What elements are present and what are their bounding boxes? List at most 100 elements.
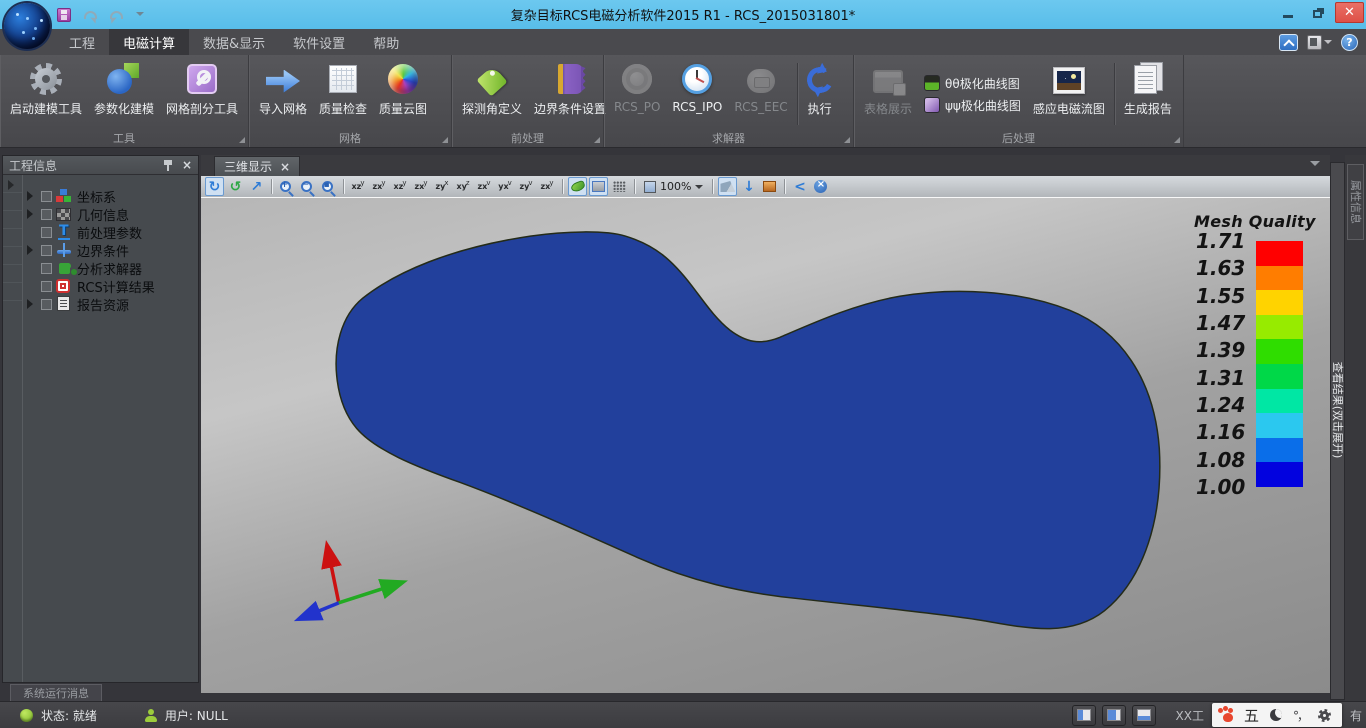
view-iso4-icon[interactable]: zx y <box>538 177 557 196</box>
layout-button-1[interactable] <box>1072 705 1096 726</box>
tree-item-coordinate-system[interactable]: 坐标系 <box>3 187 198 205</box>
checkbox[interactable] <box>41 263 52 274</box>
tree-item-boundary-conditions[interactable]: 边界条件 <box>3 241 198 259</box>
view-bottom-icon[interactable]: xy z <box>454 177 473 196</box>
boundary-condition-button[interactable]: 边界条件设置 <box>528 58 612 130</box>
zoom-level-select[interactable]: 100% <box>640 177 707 196</box>
layout-button-2[interactable] <box>1102 705 1126 726</box>
tab-data-display[interactable]: 数据&显示 <box>189 29 279 55</box>
close-button[interactable]: ✕ <box>1335 2 1364 23</box>
quality-check-button[interactable]: 质量检查 <box>313 58 373 130</box>
system-message-tab[interactable]: 系统运行消息 <box>10 684 102 701</box>
checkbox[interactable] <box>41 245 52 256</box>
tab-close-icon[interactable]: × <box>280 160 290 174</box>
clear-view-icon[interactable] <box>811 177 830 196</box>
tree-item-geometry-info[interactable]: 几何信息 <box>3 205 198 223</box>
3d-viewport[interactable]: Mesh Quality 1.711.631.551.471.391.311.2… <box>201 198 1330 693</box>
mesh-partition-tool-button[interactable]: 网格剖分工具 <box>160 58 244 130</box>
style-dropdown-icon[interactable] <box>1324 40 1332 48</box>
rcs-result-icon <box>56 279 70 293</box>
tree-item-rcs-results[interactable]: RCS计算结果 <box>3 277 198 295</box>
expand-icon[interactable] <box>27 209 37 219</box>
save-icon[interactable] <box>57 8 71 22</box>
checkbox[interactable] <box>41 299 52 310</box>
view-top-icon[interactable]: zy x <box>433 177 452 196</box>
zoom-out-icon[interactable]: − <box>298 177 317 196</box>
zoom-window-icon[interactable]: ▪ <box>319 177 338 196</box>
quick-access-dropdown-icon[interactable] <box>136 12 144 20</box>
help-icon[interactable]: ? <box>1341 34 1358 51</box>
psi-polar-curve-button[interactable]: ψψ极化曲线图 <box>924 97 1021 114</box>
expand-icon[interactable] <box>27 245 37 255</box>
minimize-button[interactable] <box>1273 2 1302 23</box>
tab-list-dropdown-icon[interactable] <box>1310 161 1320 171</box>
pan-icon[interactable]: ↗ <box>247 177 266 196</box>
tab-help[interactable]: 帮助 <box>359 29 413 55</box>
import-mesh-button[interactable]: 导入网格 <box>253 58 313 130</box>
model-3d[interactable] <box>201 198 1330 693</box>
ime-mode-wubi[interactable]: 五 <box>1244 705 1259 726</box>
orbit-refresh-icon[interactable]: ↺ <box>226 177 245 196</box>
rcs-po-button[interactable]: RCS_PO <box>608 58 666 130</box>
tree-item-report-resources[interactable]: 报告资源 <box>3 295 198 313</box>
undo-icon[interactable] <box>84 11 97 19</box>
rcs-eec-button[interactable]: RCS_EEC <box>728 58 793 130</box>
checkbox[interactable] <box>41 209 52 220</box>
ime-logo-paw-icon[interactable] <box>1223 713 1233 722</box>
expand-icon[interactable] <box>27 191 37 201</box>
tab-em-computation[interactable]: 电磁计算 <box>109 29 189 55</box>
flip-normal-icon[interactable]: < <box>790 177 809 196</box>
ime-settings-gear-icon[interactable] <box>1318 709 1331 722</box>
view-iso1-icon[interactable]: zx v <box>475 177 494 196</box>
view-results-strip[interactable]: 查看结果(双击展开) <box>1330 162 1345 700</box>
checkbox[interactable] <box>41 281 52 292</box>
restore-button[interactable] <box>1304 2 1333 23</box>
generate-report-button[interactable]: 生成报告 <box>1118 58 1178 130</box>
execute-button[interactable]: 执行 <box>801 58 839 130</box>
pin-icon[interactable] <box>164 160 172 171</box>
gray-port-icon <box>747 69 775 93</box>
checkbox[interactable] <box>41 191 52 202</box>
snapshot-icon[interactable] <box>760 177 779 196</box>
tab-3d-display[interactable]: 三维显示 × <box>214 156 300 176</box>
view-right-icon[interactable]: zx y <box>412 177 431 196</box>
layout-button-3[interactable] <box>1132 705 1156 726</box>
expand-icon[interactable] <box>27 299 37 309</box>
wireframe-mode-icon[interactable] <box>610 177 629 196</box>
theta-polar-curve-button[interactable]: θθ极化曲线图 <box>924 75 1021 92</box>
zoom-in-icon[interactable]: + <box>277 177 296 196</box>
app-logo[interactable] <box>4 3 50 49</box>
view-iso2-icon[interactable]: yx v <box>496 177 515 196</box>
view-left-icon[interactable]: xz y <box>391 177 410 196</box>
view-back-icon[interactable]: zx y <box>370 177 389 196</box>
ime-punctuation-toggle[interactable]: °， <box>1293 707 1307 724</box>
induced-current-map-button[interactable]: 感应电磁流图 <box>1027 58 1111 130</box>
rotate-icon[interactable]: ↻ <box>205 177 224 196</box>
tree-item-analysis-solver[interactable]: 分析求解器 <box>3 259 198 277</box>
checkbox[interactable] <box>41 227 52 238</box>
rcs-ipo-button[interactable]: RCS_IPO <box>666 58 728 130</box>
probe-angle-button[interactable]: 探测角定义 <box>456 58 528 130</box>
style-icon[interactable] <box>1307 35 1322 50</box>
tab-software-settings[interactable]: 软件设置 <box>279 29 359 55</box>
quality-cloud-button[interactable]: 质量云图 <box>373 58 433 130</box>
panel-close-icon[interactable]: × <box>182 158 192 172</box>
clip-plane-icon[interactable] <box>718 177 737 196</box>
ime-fullwidth-moon-icon[interactable] <box>1270 709 1282 721</box>
view-front-icon[interactable]: xz y <box>349 177 368 196</box>
launch-modeling-tool-button[interactable]: 启动建模工具 <box>4 58 88 130</box>
properties-tab[interactable]: 属性信息 <box>1347 164 1364 240</box>
save-view-icon[interactable]: ↓ <box>739 177 758 196</box>
coordinate-blocks-icon <box>56 188 73 204</box>
table-display-button[interactable]: 表格展示 <box>858 58 918 130</box>
title-bar: 复杂目标RCS电磁分析软件2015 R1 - RCS_2015031801* ✕ <box>0 0 1366 29</box>
rainbow-sphere-icon <box>388 64 418 94</box>
parametric-modeling-button[interactable]: 参数化建模 <box>88 58 160 130</box>
tab-project[interactable]: 工程 <box>55 29 109 55</box>
view-iso3-icon[interactable]: zy v <box>517 177 536 196</box>
smooth-shade-icon[interactable] <box>568 177 587 196</box>
redo-icon[interactable] <box>110 11 123 19</box>
face-mode-icon[interactable] <box>589 177 608 196</box>
tree-item-preprocess-params[interactable]: 前处理参数 <box>3 223 198 241</box>
collapse-ribbon-icon[interactable] <box>1279 34 1298 51</box>
